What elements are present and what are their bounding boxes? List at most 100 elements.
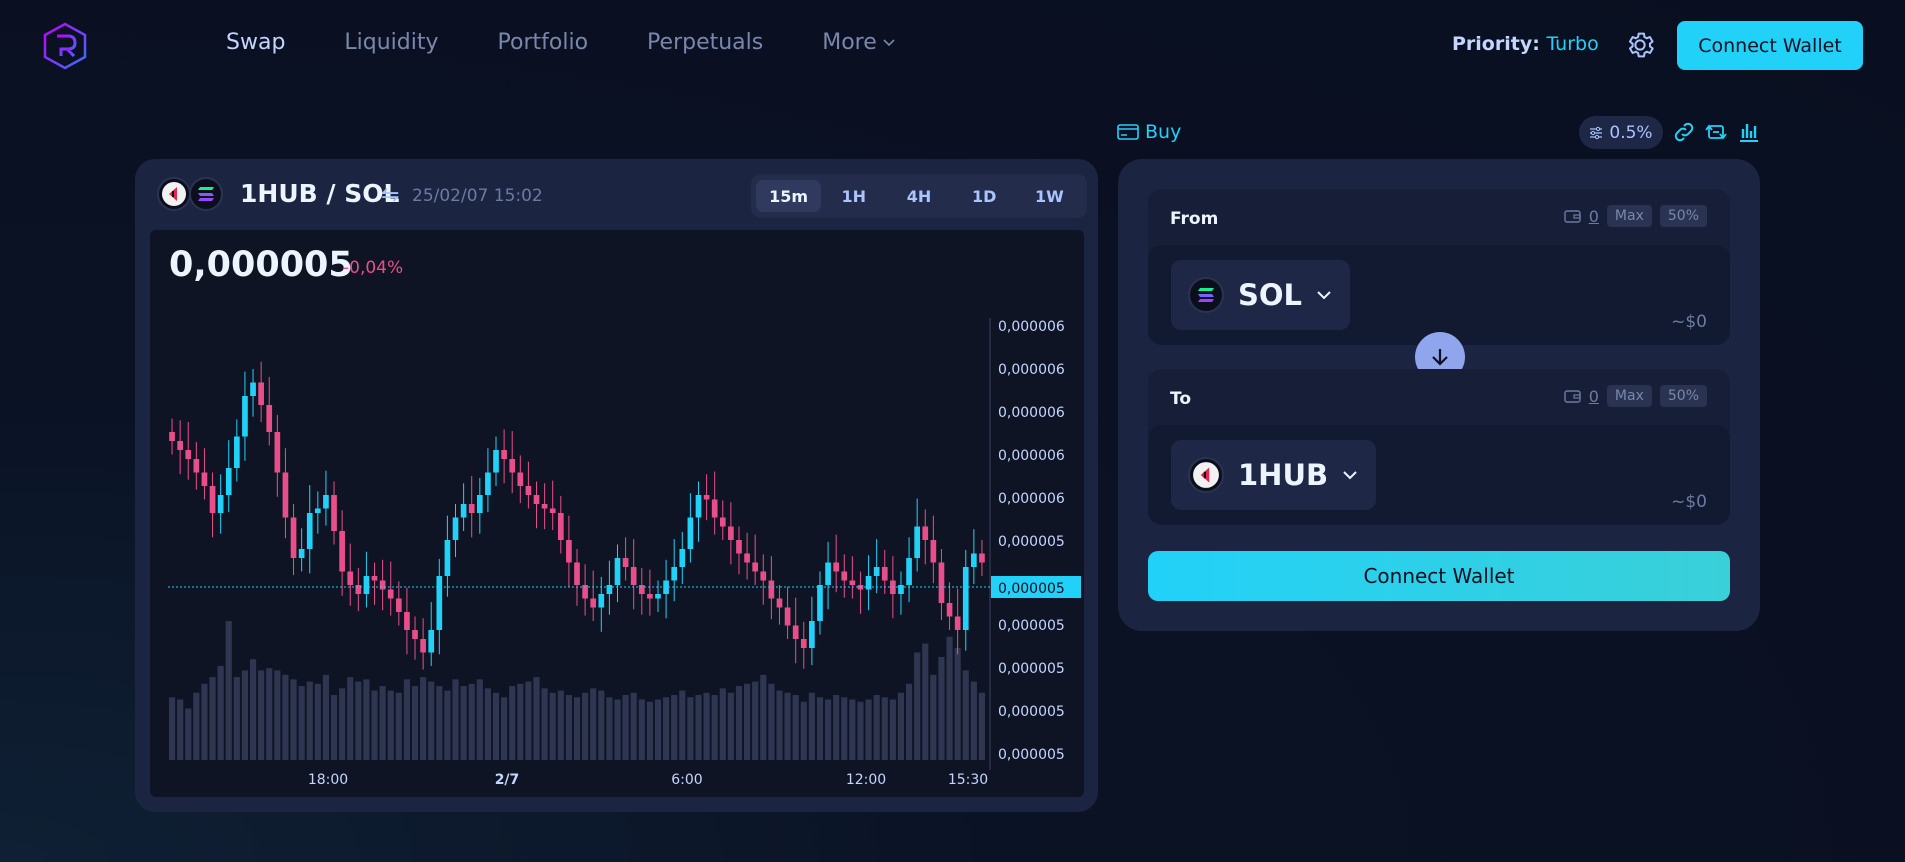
volume-bar — [703, 692, 710, 760]
connect-wallet-header-button[interactable]: Connect Wallet — [1677, 21, 1863, 70]
nav-portfolio[interactable]: Portfolio — [498, 30, 589, 55]
candle-body — [825, 562, 831, 585]
candle-body — [679, 549, 686, 567]
to-max-button[interactable]: Max — [1606, 385, 1652, 407]
volume-bar — [565, 695, 572, 760]
tf-15m[interactable]: 15m — [756, 180, 822, 212]
candle-body — [485, 472, 491, 495]
refresh-icon[interactable] — [1704, 120, 1728, 144]
nav-perpetuals[interactable]: Perpetuals — [647, 30, 763, 55]
volume-bar — [541, 688, 548, 760]
priority-label: Priority: — [1452, 33, 1540, 55]
volume-bar — [663, 697, 670, 760]
raydium-logo[interactable] — [42, 22, 88, 70]
tf-1w[interactable]: 1W — [1017, 180, 1082, 212]
volume-bar — [241, 670, 249, 760]
volume-bar — [865, 699, 872, 760]
to-token-select[interactable]: 1HUB — [1171, 440, 1377, 510]
volume-bar — [752, 681, 759, 760]
to-balance[interactable]: 0 — [1589, 387, 1599, 406]
from-token-select[interactable]: SOL — [1171, 260, 1351, 330]
candle-body — [493, 450, 499, 473]
connect-wallet-button[interactable]: Connect Wallet — [1148, 551, 1730, 601]
pair-icons — [157, 177, 223, 211]
y-tick-label: 0,000005 — [998, 618, 1065, 634]
nav-more[interactable]: More — [822, 30, 895, 55]
volume-bar — [387, 690, 394, 760]
volume-bar — [930, 674, 937, 760]
volume-bar — [533, 677, 540, 760]
candle-body — [946, 603, 953, 617]
slippage-button[interactable]: 0.5% — [1579, 116, 1663, 149]
candle-body — [452, 517, 459, 540]
volume-bar — [549, 692, 556, 760]
candle-body — [436, 576, 443, 630]
volume-bar — [492, 692, 500, 760]
y-tick-label: 0,000005 — [998, 747, 1065, 763]
nav-liquidity[interactable]: Liquidity — [344, 30, 438, 55]
to-half-button[interactable]: 50% — [1659, 385, 1707, 407]
x-tick-label: 12:00 — [846, 772, 886, 788]
volume-bar — [403, 679, 410, 760]
candle-body — [962, 567, 969, 630]
from-max-button[interactable]: Max — [1606, 205, 1652, 227]
from-balance[interactable]: 0 — [1589, 207, 1599, 226]
chart-area[interactable]: 0,000006 0,000006 0,000006 0,000006 0,000006… — [150, 230, 1084, 797]
volume-bar — [201, 683, 208, 760]
priority-indicator[interactable]: Priority: Turbo — [1452, 33, 1599, 55]
candle-body — [517, 472, 524, 486]
volume-bar — [792, 695, 799, 760]
candle-body — [574, 562, 580, 585]
volume-bar — [517, 683, 524, 760]
to-input-area[interactable]: 1HUB ~$0 — [1148, 425, 1730, 525]
candle-body — [412, 630, 418, 639]
volume-bar — [420, 677, 427, 760]
volume-bar — [630, 692, 637, 760]
candle-body — [371, 576, 378, 581]
tf-1d[interactable]: 1D — [952, 180, 1017, 212]
arrow-down-icon — [1432, 349, 1448, 366]
from-half-button[interactable]: 50% — [1659, 205, 1707, 227]
volume-bar — [857, 701, 864, 760]
candle-body — [800, 639, 807, 648]
from-usd-value: ~$0 — [1671, 312, 1707, 332]
volume-bar — [873, 695, 880, 760]
volume-bar — [298, 686, 305, 760]
nav-swap[interactable]: Swap — [226, 30, 285, 55]
candle-body — [549, 508, 556, 513]
timeframe-selector: 15m 1H 4H 1D 1W — [751, 174, 1087, 218]
x-tick-label: 15:30 — [948, 772, 988, 788]
candle-body — [711, 499, 718, 518]
volume-bar — [290, 679, 297, 760]
volume-bar — [379, 686, 386, 760]
link-icon[interactable] — [1672, 120, 1696, 144]
tf-4h[interactable]: 4H — [886, 180, 951, 212]
candle-body — [590, 598, 597, 608]
buy-link[interactable]: Buy — [1117, 121, 1181, 143]
candle-body — [209, 486, 216, 513]
bar-chart-icon[interactable] — [1737, 120, 1761, 144]
pair-name: 1HUB / SOL — [240, 179, 400, 208]
candlestick-chart[interactable]: 0,000006 0,000006 0,000006 0,000006 0,000006… — [150, 230, 1084, 797]
volume-bar — [193, 692, 200, 760]
candle-body — [363, 576, 370, 594]
candle-body — [266, 405, 273, 432]
gear-icon[interactable] — [1624, 29, 1656, 61]
candle-body — [250, 382, 256, 396]
volume-bar — [784, 692, 791, 760]
candle-body — [444, 540, 451, 576]
tf-1h[interactable]: 1H — [821, 180, 886, 212]
volume-bar — [679, 690, 686, 760]
candle-body — [752, 562, 759, 572]
candle-body — [404, 612, 410, 630]
candle-body — [598, 594, 605, 608]
volume-bar — [168, 697, 176, 760]
to-balance-row: 0 Max 50% — [1564, 385, 1707, 407]
from-input-area[interactable]: SOL ~$0 — [1148, 245, 1730, 345]
candle-body — [387, 589, 394, 599]
candle-body — [541, 504, 548, 509]
swap-pair-icon[interactable]: ⇋ — [381, 183, 399, 208]
volume-bar — [411, 686, 419, 760]
from-balance-row: 0 Max 50% — [1564, 205, 1707, 227]
candle-body — [201, 472, 208, 486]
